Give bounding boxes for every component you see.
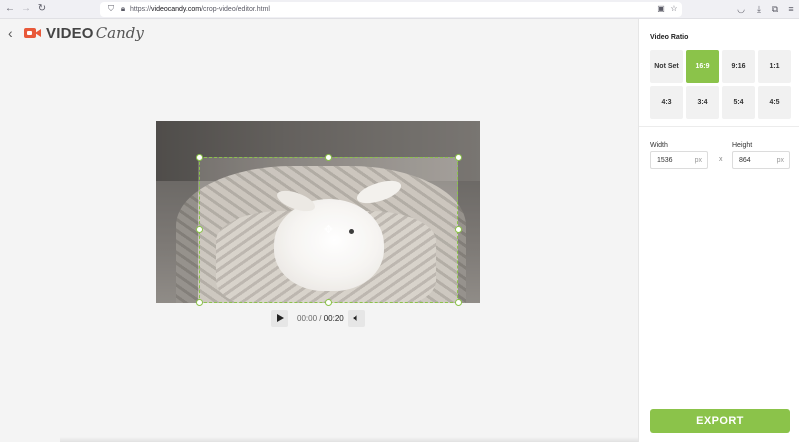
ratio-4-5-button[interactable]: 4:5: [758, 86, 791, 119]
menu-icon[interactable]: ≡: [785, 3, 797, 15]
url-text[interactable]: https://videocandy.com/crop-video/editor…: [130, 4, 270, 15]
volume-button[interactable]: 🔈︎: [348, 310, 365, 327]
browser-toolbar: ← → ↻ ⛉ 🔒︎ https://videocandy.com/crop-v…: [0, 0, 799, 19]
width-field[interactable]: 1536 px: [650, 151, 708, 169]
ratio-1-1-button[interactable]: 1:1: [758, 50, 791, 83]
settings-panel: Video Ratio Not Set 16:9 9:16 1:1 4:3 3:…: [638, 19, 799, 442]
crop-handle-top-right[interactable]: [454, 153, 462, 161]
crop-handle-bottom-right[interactable]: [454, 298, 462, 306]
logo-text-candy: Candy: [95, 24, 144, 42]
width-value: 1536: [657, 157, 673, 164]
divider: [639, 126, 799, 127]
speaker-icon: 🔈︎: [353, 313, 360, 324]
height-label: Height: [732, 142, 753, 149]
ratio-16-9-button[interactable]: 16:9: [686, 50, 719, 83]
crop-handle-top-left[interactable]: [195, 153, 203, 161]
crop-handle-right[interactable]: [454, 225, 462, 233]
crop-handle-bottom-left[interactable]: [195, 298, 203, 306]
ratio-9-16-button[interactable]: 9:16: [722, 50, 755, 83]
height-unit: px: [776, 157, 784, 164]
play-button[interactable]: [271, 310, 288, 327]
play-icon: [277, 314, 284, 322]
shield-icon[interactable]: ⛉: [106, 4, 116, 14]
forward-icon[interactable]: →: [20, 3, 32, 15]
height-value: 864: [739, 157, 751, 164]
chevron-left-icon[interactable]: ‹: [8, 26, 18, 40]
height-field[interactable]: 864 px: [732, 151, 790, 169]
download-icon[interactable]: ⤓: [753, 3, 765, 15]
bottom-edge: [60, 437, 638, 442]
pocket-icon[interactable]: ◡: [735, 3, 747, 15]
time-display: 00:00 / 00:20: [297, 314, 344, 323]
crop-handle-top[interactable]: [324, 153, 332, 161]
extensions-icon[interactable]: ⧉: [769, 3, 781, 15]
width-unit: px: [694, 157, 702, 164]
dimension-separator: x: [719, 156, 723, 163]
ratio-5-4-button[interactable]: 5:4: [722, 86, 755, 119]
move-icon[interactable]: ✥: [323, 225, 334, 236]
ratio-title: Video Ratio: [650, 34, 689, 41]
back-icon[interactable]: ←: [4, 3, 16, 15]
picture-icon[interactable]: ▣: [656, 4, 666, 14]
ratio-4-3-button[interactable]: 4:3: [650, 86, 683, 119]
width-label: Width: [650, 142, 668, 149]
address-bar[interactable]: ⛉ 🔒︎ https://videocandy.com/crop-video/e…: [100, 2, 682, 17]
export-button[interactable]: EXPORT: [650, 409, 790, 433]
logo[interactable]: VIDEO Candy: [24, 24, 144, 42]
star-icon[interactable]: ☆: [669, 4, 679, 14]
logo-text-video: VIDEO: [46, 24, 94, 42]
ratio-not-set-button[interactable]: Not Set: [650, 50, 683, 83]
reload-icon[interactable]: ↻: [36, 3, 48, 15]
crop-handle-left[interactable]: [195, 225, 203, 233]
camera-icon: [24, 27, 42, 39]
ratio-3-4-button[interactable]: 3:4: [686, 86, 719, 119]
crop-handle-bottom[interactable]: [324, 298, 332, 306]
lock-icon[interactable]: 🔒︎: [118, 4, 128, 14]
